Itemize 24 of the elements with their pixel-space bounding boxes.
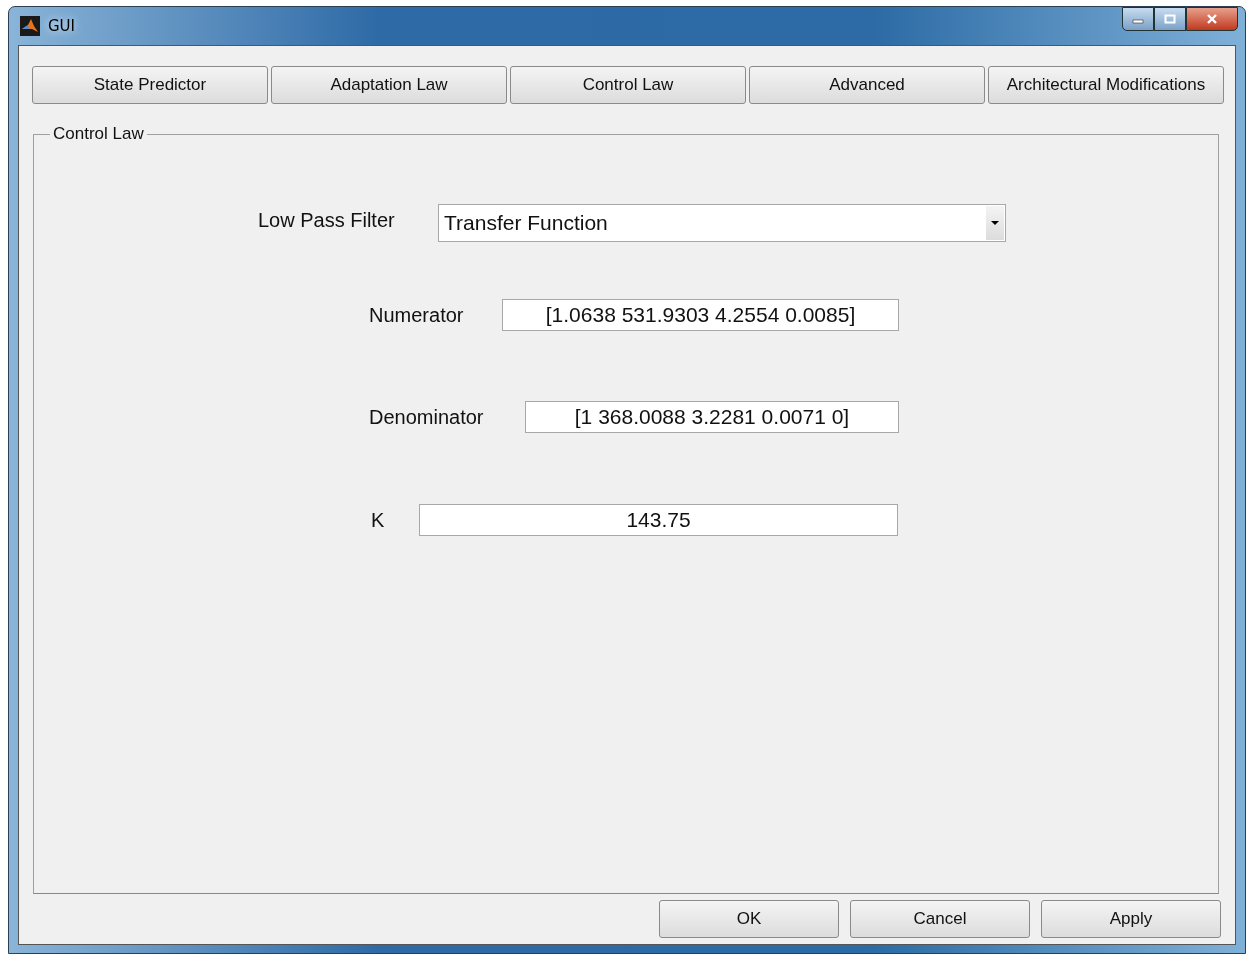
- tab[interactable]: Advanced: [749, 66, 985, 104]
- field-label: Numerator: [369, 303, 465, 327]
- button[interactable]: OK: [659, 900, 839, 938]
- button[interactable]: Cancel: [850, 900, 1030, 938]
- button[interactable]: Apply: [1041, 900, 1221, 938]
- caret-icon: [991, 221, 999, 225]
- app-icon: [20, 16, 40, 36]
- field-label: Low Pass Filter: [258, 208, 396, 232]
- close-button[interactable]: [1186, 7, 1238, 31]
- dropdown[interactable]: Transfer Function: [438, 204, 1006, 242]
- input-field[interactable]: 143.75: [419, 504, 898, 536]
- minimize-button[interactable]: [1122, 7, 1154, 31]
- maximize-button[interactable]: [1154, 7, 1186, 31]
- close-icon: [1205, 13, 1219, 25]
- window-title: GUI: [48, 17, 76, 35]
- maximize-icon: [1164, 14, 1176, 24]
- input-field[interactable]: [1 368.0088 3.2281 0.0071 0]: [525, 401, 899, 433]
- tab[interactable]: Architectural Modifications: [988, 66, 1224, 104]
- field-label: K: [371, 508, 386, 532]
- tab[interactable]: State Predictor: [32, 66, 268, 104]
- tab[interactable]: Adaptation Law: [271, 66, 507, 104]
- tab[interactable]: Control Law: [510, 66, 746, 104]
- input-field[interactable]: [1.0638 531.9303 4.2554 0.0085]: [502, 299, 899, 331]
- field-label: Denominator: [369, 405, 485, 429]
